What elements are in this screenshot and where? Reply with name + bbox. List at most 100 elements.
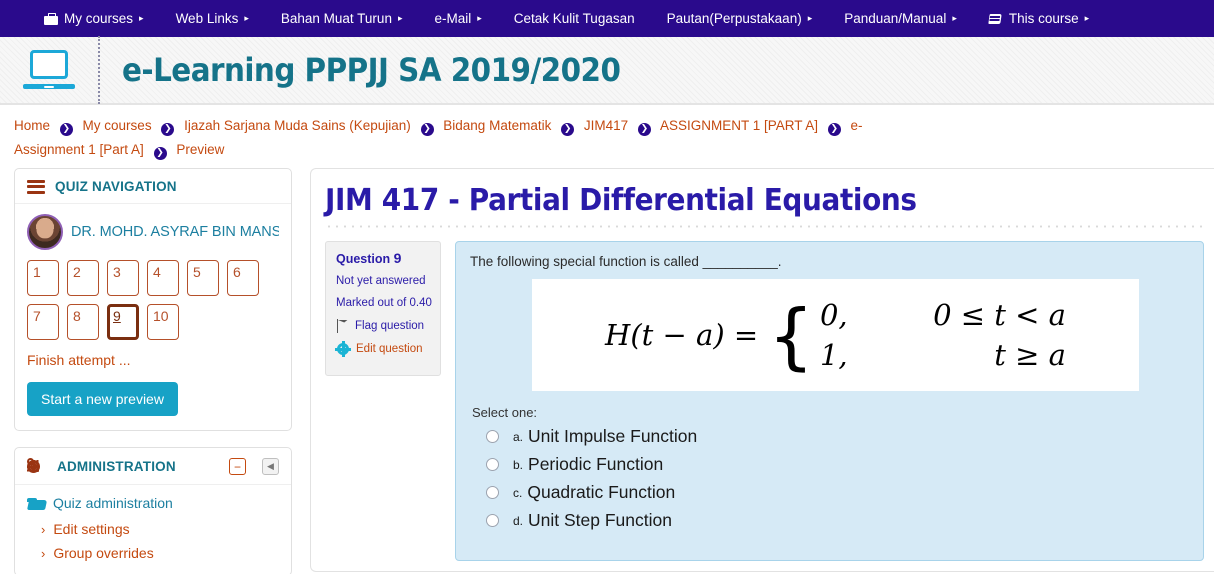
admin-item-edit-settings[interactable]: › Edit settings (27, 521, 279, 537)
quiz-administration-label: Quiz administration (53, 495, 173, 511)
chevron-right-icon: ❯ (420, 123, 434, 136)
formula-lhs: H(t − a) = (605, 318, 759, 352)
radio-button[interactable] (486, 486, 499, 499)
question-stem: The following special function is called… (470, 254, 782, 269)
edit-question-button[interactable]: Edit question (335, 341, 432, 357)
quiz-navigation-header: QUIZ NAVIGATION (15, 169, 291, 204)
chevron-right-icon: ▸ (807, 13, 813, 23)
answer-options: a. Unit Impulse Function b. Periodic Fun… (470, 426, 1189, 531)
avatar[interactable] (27, 214, 63, 250)
question-info-panel: Question 9 Not yet answered Marked out o… (325, 241, 441, 376)
user-row: DR. MOHD. ASYRAF BIN MANSOR (27, 214, 279, 250)
hamburger-icon[interactable] (27, 179, 45, 194)
chevron-right-icon: ▸ (244, 13, 249, 23)
question-number: 9 (393, 250, 402, 266)
page-title: JIM 417 - Partial Differential Equations (325, 183, 917, 218)
folder-icon (27, 496, 45, 510)
answer-option-d[interactable]: d. Unit Step Function (470, 510, 1189, 531)
formula-case-condition: 0 ≤ t < a (933, 298, 1066, 332)
chevron-right-icon: ▸ (477, 13, 482, 23)
page-body: QUIZ NAVIGATION DR. MOHD. ASYRAF BIN MAN… (0, 168, 1214, 574)
chevron-right-icon: ❯ (59, 123, 73, 136)
breadcrumb-item-bidang[interactable]: Bidang Matematik (443, 118, 551, 133)
chevron-right-icon: ▸ (139, 13, 144, 23)
nav-item-my-courses[interactable]: My courses ▸ (28, 0, 160, 37)
nav-item-this-course[interactable]: This course ▸ (973, 0, 1105, 37)
nav-item-web-links[interactable]: Web Links ▸ (160, 0, 265, 37)
question-nav-button-1[interactable]: 1 (27, 260, 59, 296)
question-nav-button-6[interactable]: 6 (227, 260, 259, 296)
collapse-icon[interactable]: − (229, 458, 246, 475)
answer-letter: d. (513, 513, 524, 528)
chevron-right-icon: › (41, 521, 46, 537)
finish-attempt-link[interactable]: Finish attempt ... (27, 352, 279, 368)
formula-cases: 0, 0 ≤ t < a 1, t ≥ a (820, 298, 1066, 372)
question-nav-button-9[interactable]: 9 (107, 304, 139, 340)
flag-question-label: Flag question (355, 320, 425, 332)
nav-item-label: My courses (64, 11, 134, 26)
breadcrumb: Home ❯ My courses ❯ Ijazah Sarjana Muda … (0, 105, 900, 168)
question-content-panel: The following special function is called… (455, 241, 1204, 561)
answer-letter: c. (513, 485, 523, 500)
breadcrumb-item-course-code[interactable]: JIM417 (584, 118, 628, 133)
formula-case-value: 1, (819, 338, 848, 372)
question-status: Not yet answered (336, 275, 426, 287)
nav-item-pautan-perpustakaan[interactable]: Pautan(Perpustakaan) ▸ (651, 0, 829, 37)
answer-text: Periodic Function (528, 454, 664, 474)
question-wrapper: Question 9 Not yet answered Marked out o… (325, 241, 1204, 561)
top-navigation-bar: My courses ▸ Web Links ▸ Bahan Muat Turu… (0, 0, 1214, 37)
chevron-right-icon: ▸ (1084, 13, 1090, 23)
admin-item-group-overrides[interactable]: › Group overrides (27, 545, 279, 561)
nav-item-bahan-muat-turun[interactable]: Bahan Muat Turun ▸ (265, 0, 419, 37)
radio-button[interactable] (486, 458, 499, 471)
site-logo[interactable] (0, 36, 100, 104)
nav-item-label: Pautan(Perpustakaan) (666, 11, 802, 26)
chevron-right-icon: ▸ (952, 13, 957, 23)
answer-text: Unit Impulse Function (528, 426, 698, 446)
answer-letter: a. (513, 429, 524, 444)
question-nav-button-4[interactable]: 4 (147, 260, 179, 296)
answer-text: Unit Step Function (528, 510, 672, 530)
answer-option-b[interactable]: b. Periodic Function (470, 454, 1189, 475)
radio-button[interactable] (486, 514, 499, 527)
gears-icon (27, 458, 47, 475)
answer-option-c[interactable]: c. Quadratic Function (470, 482, 1189, 503)
briefcase-icon (44, 12, 58, 25)
question-nav-button-3[interactable]: 3 (107, 260, 139, 296)
breadcrumb-item-home[interactable]: Home (14, 118, 50, 133)
question-header: Question 9 (336, 250, 432, 266)
breadcrumb-item-preview[interactable]: Preview (176, 142, 224, 157)
nav-item-email[interactable]: e-Mail ▸ (418, 0, 497, 37)
chevron-right-icon: ❯ (161, 123, 175, 136)
question-nav-button-8[interactable]: 8 (67, 304, 99, 340)
quiz-administration-root[interactable]: Quiz administration (27, 495, 279, 511)
chevron-right-icon: › (41, 545, 46, 561)
radio-button[interactable] (486, 430, 499, 443)
laptop-icon (23, 50, 75, 90)
sidebar: QUIZ NAVIGATION DR. MOHD. ASYRAF BIN MAN… (14, 168, 292, 574)
answer-text: Quadratic Function (527, 482, 676, 502)
chevron-right-icon: ▸ (397, 13, 403, 23)
user-name: DR. MOHD. ASYRAF BIN MANSOR (71, 224, 279, 240)
nav-item-cetak-kulit-tugasan[interactable]: Cetak Kulit Tugasan (498, 0, 651, 37)
start-new-preview-button[interactable]: Start a new preview (27, 382, 178, 416)
question-marks: Marked out of 0.40 (336, 297, 432, 309)
heaviside-formula: H(t − a) = { 0, 0 ≤ t < a 1, t ≥ a (605, 298, 1066, 372)
breadcrumb-item-my-courses[interactable]: My courses (83, 118, 152, 133)
administration-title: ADMINISTRATION (57, 459, 176, 474)
question-nav-button-7[interactable]: 7 (27, 304, 59, 340)
nav-item-panduan-manual[interactable]: Panduan/Manual ▸ (828, 0, 973, 37)
answer-option-a[interactable]: a. Unit Impulse Function (470, 426, 1189, 447)
breadcrumb-item-program[interactable]: Ijazah Sarjana Muda Sains (Kepujian) (184, 118, 411, 133)
question-nav-button-2[interactable]: 2 (67, 260, 99, 296)
question-nav-button-5[interactable]: 5 (187, 260, 219, 296)
quiz-navigation-body: DR. MOHD. ASYRAF BIN MANSOR 1 2 3 4 5 6 … (15, 204, 291, 430)
nav-item-label: e-Mail (434, 11, 472, 26)
question-nav-button-10[interactable]: 10 (147, 304, 179, 340)
answer-letter: b. (513, 457, 524, 472)
dock-left-icon[interactable]: ◀ (262, 458, 279, 475)
admin-item-label: Edit settings (53, 521, 130, 537)
question-number-grid: 1 2 3 4 5 6 7 8 9 10 (27, 260, 279, 340)
flag-question-button[interactable]: Flag question (336, 319, 432, 333)
breadcrumb-item-assignment[interactable]: ASSIGNMENT 1 [PART A] (660, 118, 818, 133)
